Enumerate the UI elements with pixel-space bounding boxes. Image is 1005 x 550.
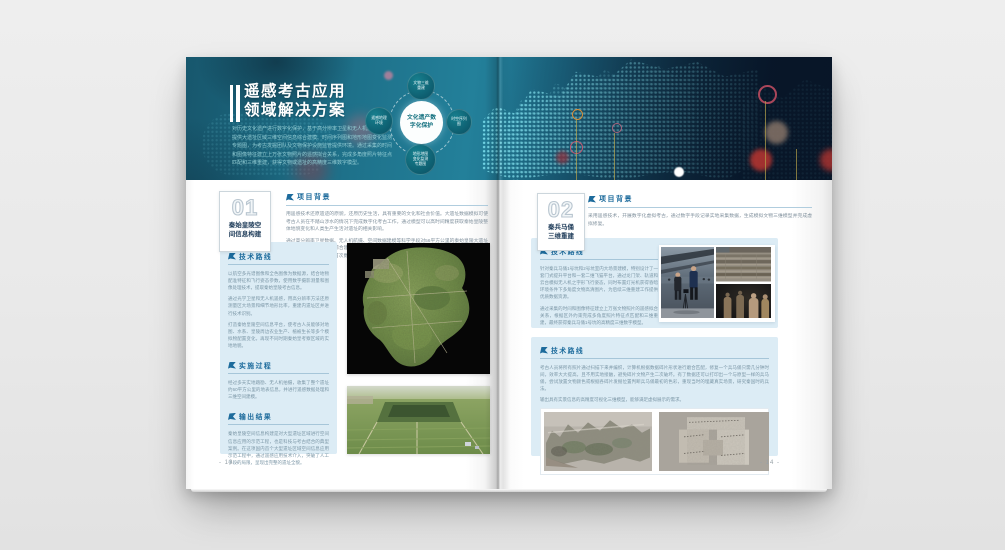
banner-intro-text: 对历史文化遗产进行数字化保护，基于高分辨率卫星和无人机航测，遥感提供大遗址区域三… bbox=[232, 125, 392, 168]
heading-rule bbox=[540, 259, 658, 260]
flag-icon bbox=[228, 253, 236, 260]
section-heading: 输出结果 bbox=[239, 411, 272, 421]
section-heading: 项目背景 bbox=[599, 194, 633, 204]
brochure-spread: 遥感考古应用 领域解决方案 对历史文化遗产进行数字化保护，基于高分辨率卫星和无人… bbox=[186, 57, 832, 489]
project-number: 02 bbox=[538, 198, 584, 221]
pointcloud-image-left bbox=[544, 412, 652, 471]
section-heading: 技术路线 bbox=[239, 251, 272, 261]
paragraph: 打造秦始皇陵空间信息平台，使考古人员能够对地图、水系、皇陵周边农业生产、植被生长… bbox=[228, 321, 329, 349]
paragraph: 以航空多光谱图像和全色图像为数据源，结合地物配准特征和飞行姿态参数，使用数字摄影… bbox=[228, 270, 329, 291]
tech-panel-right-2: 技术路线 考古人员将所有照片通过扫描下来并编织，计算机根据数据碎片形状进行磨合匹… bbox=[531, 337, 778, 456]
aerial-photo-image bbox=[347, 386, 490, 454]
heading-rule bbox=[540, 358, 769, 359]
bokeh-pink-dot bbox=[384, 71, 393, 80]
paragraph: 经过多天实地踏勘、无人机拍摄，收集了整个遗址约60平方公里的地表信息，并进行遥感… bbox=[228, 379, 329, 400]
project-name: 秦兵马俑 三维重建 bbox=[538, 223, 584, 241]
page-number: - 14 - bbox=[760, 460, 780, 466]
page-title: 遥感考古应用 领域解决方案 bbox=[244, 83, 346, 121]
decor-line bbox=[614, 133, 615, 180]
flag-icon bbox=[588, 196, 596, 203]
decor-line bbox=[576, 119, 577, 180]
tech-panel-left: 技术路线 以航空多光谱图像和全色图像为数据源，结合地物配准特征和飞行姿态参数，使… bbox=[220, 242, 337, 454]
page-number: - 13 - bbox=[219, 460, 239, 466]
ring-red-icon bbox=[758, 85, 777, 104]
paragraph: 输出具有实景信息的高精度可视化三维模型，能够满足虚拟展示的需求。 bbox=[540, 396, 769, 403]
decor-line bbox=[796, 149, 797, 180]
title-line-2: 领域解决方案 bbox=[244, 102, 346, 119]
bokeh-white-dot bbox=[674, 167, 684, 177]
paragraph: 通过光学卫星和无人机遥感，用高分辨率方法还原测量区大场景和细节地形比率，重建内遗… bbox=[228, 295, 329, 316]
diagram-center-node: 文化遗产数 字化保护 bbox=[400, 101, 443, 144]
bokeh-red bbox=[750, 149, 772, 171]
photo-collage bbox=[659, 245, 775, 322]
paragraph: 秦始皇陵空间信息构建是对大型遗址区域进行空间信息应用的示范工程，也是科技与考古结… bbox=[228, 430, 329, 466]
title-line-1: 遥感考古应用 bbox=[244, 83, 346, 100]
bokeh-darkred bbox=[556, 151, 569, 164]
pointcloud-image-right bbox=[659, 412, 769, 471]
section-heading: 技术路线 bbox=[551, 345, 584, 355]
heading-rule bbox=[228, 373, 329, 374]
pit-aerial-image bbox=[716, 247, 771, 282]
diagram-node-remote-sensing-env: 遥感地理 环境 bbox=[365, 107, 393, 135]
warriors-photo-image bbox=[716, 284, 771, 319]
title-accent-bars bbox=[230, 85, 240, 122]
section-heading: 项目背景 bbox=[297, 192, 331, 202]
orthophoto-image bbox=[347, 243, 490, 374]
project-number-box-02: 02 秦兵马俑 三维重建 bbox=[537, 193, 585, 251]
paragraph: 针对秦兵马俑1号坑和2号坑室内大场景建模，特别设计了一套门式提升平台和一套二维飞… bbox=[540, 265, 658, 301]
flag-icon bbox=[228, 413, 236, 420]
section-project-background-right: 项目背景 采用遥感技术，开展数字化虚拟考古，通过数字手段记录实地采集数据，生成模… bbox=[588, 194, 812, 232]
paragraph: 采用遥感技术，开展数字化虚拟考古，通过数字手段记录实地采集数据，生成模拟文物三维… bbox=[588, 213, 812, 228]
ring-orange-icon bbox=[572, 109, 583, 120]
diagram-node-time-series: 时空序列 图 bbox=[446, 109, 472, 135]
tech-panel-right-1: 技术路线 针对秦兵马俑1号坑和2号坑室内大场景建模，特别设计了一套门式提升平台和… bbox=[531, 238, 778, 328]
project-number: 01 bbox=[220, 196, 270, 219]
paragraph: 通过采集的时间和图像特征建立上万张文物照片的遥感拟合关系，根据区外约束完成多角度… bbox=[540, 305, 658, 326]
heading-rule bbox=[228, 264, 329, 265]
project-number-box-01: 01 秦始皇陵空 间信息构建 bbox=[219, 191, 271, 252]
pointcloud-collage bbox=[540, 408, 769, 475]
section-heading: 实施过程 bbox=[239, 360, 272, 370]
flag-icon bbox=[540, 347, 548, 354]
heading-rule bbox=[286, 205, 488, 206]
diagram-node-3d-reconstruction: 文物三维 重建 bbox=[407, 72, 435, 100]
project-name: 秦始皇陵空 间信息构建 bbox=[220, 221, 270, 239]
world-map-dots bbox=[482, 57, 758, 180]
ring-pink-icon bbox=[612, 123, 622, 133]
diagram-node-terrain-monitoring: 地形地图 变化监测 专题图 bbox=[405, 144, 436, 175]
paragraph: 考古人员将所有照片通过扫描下来并编织，计算机根据数据碎片形状进行磨合匹配，修复一… bbox=[540, 364, 769, 392]
heading-rule bbox=[228, 424, 329, 425]
fieldwork-photo-image bbox=[661, 247, 714, 318]
paragraph: 用遥感技术还原遗迹的原貌，还原历史生活，具有重要的文化和社会价值。大遗址数据模拟… bbox=[286, 211, 488, 234]
bokeh-gray bbox=[765, 121, 788, 144]
banner: 遥感考古应用 领域解决方案 对历史文化遗产进行数字化保护，基于高分辨率卫星和无人… bbox=[186, 57, 832, 180]
heading-rule bbox=[588, 207, 812, 208]
decor-line bbox=[765, 101, 766, 180]
flag-icon bbox=[286, 194, 294, 201]
flag-icon bbox=[228, 362, 236, 369]
